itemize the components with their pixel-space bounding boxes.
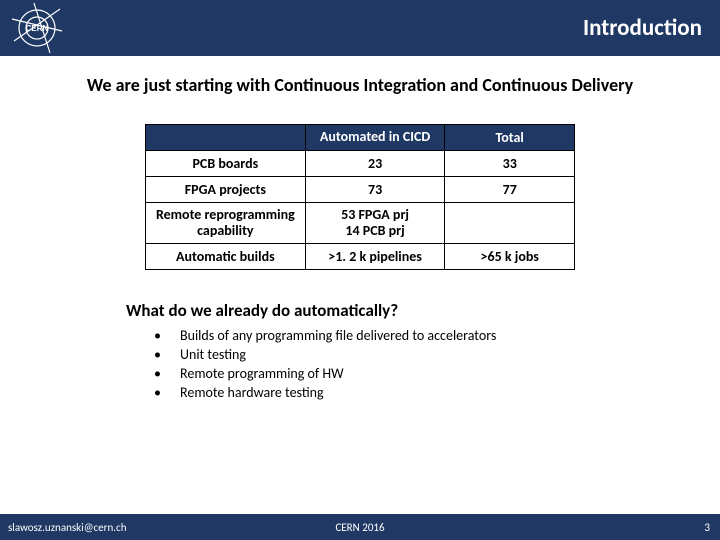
row-cicd: >1. 2 k pipelines (305, 244, 445, 270)
slide: CERN Introduction We are just starting w… (0, 0, 720, 540)
svg-text:CERN: CERN (26, 24, 49, 33)
row-label: FPGA projects (146, 177, 306, 203)
row-label: Automatic builds (146, 244, 306, 270)
header-bar: CERN Introduction (0, 0, 720, 56)
row-total (445, 203, 575, 244)
row-cicd: 23 (305, 151, 445, 177)
table-header-total: Total (445, 125, 575, 151)
list-item: Builds of any programming file delivered… (150, 327, 686, 346)
page-number: 3 (704, 521, 710, 534)
slide-title: Introduction (583, 14, 702, 42)
footer-center: CERN 2016 (335, 521, 384, 534)
cern-logo-icon: CERN (0, 0, 74, 56)
row-total: >65 k jobs (445, 244, 575, 270)
table-row: Automatic builds >1. 2 k pipelines >65 k… (146, 244, 575, 270)
table-row: FPGA projects 73 77 (146, 177, 575, 203)
row-total: 77 (445, 177, 575, 203)
intro-text: We are just starting with Continuous Int… (34, 74, 686, 96)
table-row: Remote reprogramming capability 53 FPGA … (146, 203, 575, 244)
row-total: 33 (445, 151, 575, 177)
list-item: Remote hardware testing (150, 384, 686, 403)
table-header-row: Automated in CICD Total (146, 125, 575, 151)
table-header-cicd: Automated in CICD (305, 125, 445, 151)
cicd-table: Automated in CICD Total PCB boards 23 33… (145, 124, 575, 270)
row-cicd: 73 (305, 177, 445, 203)
row-cicd: 53 FPGA prj 14 PCB prj (305, 203, 445, 244)
list-item: Unit testing (150, 346, 686, 365)
subheading: What do we already do automatically? (126, 300, 686, 321)
list-item: Remote programming of HW (150, 365, 686, 384)
footer-email: slawosz.uznanski@cern.ch (0, 521, 126, 534)
footer-bar: slawosz.uznanski@cern.ch CERN 2016 3 (0, 514, 720, 540)
table-header-blank (146, 125, 306, 151)
bullet-list: Builds of any programming file delivered… (150, 327, 686, 403)
row-label: PCB boards (146, 151, 306, 177)
table-row: PCB boards 23 33 (146, 151, 575, 177)
slide-body: We are just starting with Continuous Int… (0, 56, 720, 514)
row-label: Remote reprogramming capability (146, 203, 306, 244)
